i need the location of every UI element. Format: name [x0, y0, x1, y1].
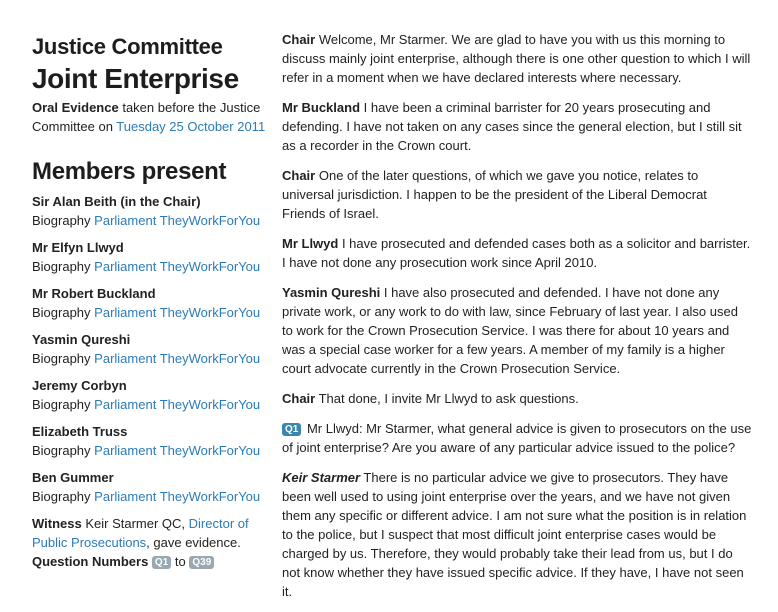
parliament-link[interactable]: Parliament [94, 259, 156, 274]
speaker-name: Yasmin Qureshi [282, 285, 381, 300]
member-name: Yasmin Qureshi [32, 332, 131, 347]
speaker-name: Keir Starmer [282, 470, 361, 485]
member-links: Biography Parliament TheyWorkForYou [32, 441, 272, 460]
member-name: Sir Alan Beith (in the Chair) [32, 194, 201, 209]
theyworkforyou-link[interactable]: TheyWorkForYou [160, 305, 260, 320]
members-heading: Members present [32, 158, 227, 185]
member-links: Biography Parliament TheyWorkForYou [32, 303, 272, 322]
speech-paragraph: Mr Buckland I have been a criminal barri… [282, 98, 752, 155]
member-links: Biography Parliament TheyWorkForYou [32, 349, 272, 368]
speech-text: Welcome, Mr Starmer. We are glad to have… [282, 32, 751, 85]
witness-suffix: , gave evidence. [146, 535, 241, 550]
parliament-link[interactable]: Parliament [94, 443, 156, 458]
parliament-link[interactable]: Parliament [94, 489, 156, 504]
question-badge-last[interactable]: Q39 [189, 556, 215, 569]
member-name: Mr Elfyn Llwyd [32, 240, 124, 255]
theyworkforyou-link[interactable]: TheyWorkForYou [160, 259, 260, 274]
biography-label: Biography [32, 259, 91, 274]
member-entry: Mr Robert Buckland Biography Parliament T… [32, 284, 272, 322]
witness-info: Witness Keir Starmer QC, Director of Pub… [32, 514, 272, 552]
speech-paragraph: Yasmin Qureshi I have also prosecuted an… [282, 283, 752, 378]
transcript: Chair Welcome, Mr Starmer. We are glad t… [282, 30, 752, 612]
speaker-name: Mr Buckland [282, 100, 361, 115]
speaker-name: Chair [282, 168, 316, 183]
parliament-link[interactable]: Parliament [94, 397, 156, 412]
theyworkforyou-link[interactable]: TheyWorkForYou [160, 351, 260, 366]
biography-label: Biography [32, 443, 91, 458]
member-entry: Jeremy Corbyn Biography Parliament TheyWo… [32, 376, 272, 414]
evidence-summary: Oral Evidence taken before the Justice C… [32, 98, 272, 136]
member-entry: Ben Gummer Biography Parliament TheyWorkF… [32, 468, 272, 506]
speaker-name: Chair [282, 391, 316, 406]
theyworkforyou-link[interactable]: TheyWorkForYou [160, 489, 260, 504]
speech-text: One of the later questions, of which we … [282, 168, 707, 221]
biography-label: Biography [32, 213, 91, 228]
speech-paragraph: Keir Starmer There is no particular advi… [282, 468, 752, 601]
theyworkforyou-link[interactable]: TheyWorkForYou [160, 443, 260, 458]
speech-paragraph: Chair Welcome, Mr Starmer. We are glad t… [282, 30, 752, 87]
speech-paragraph: Mr Llwyd I have prosecuted and defended … [282, 234, 752, 272]
question-numbers-label: Question Numbers [32, 554, 149, 569]
member-name: Ben Gummer [32, 470, 114, 485]
biography-label: Biography [32, 397, 91, 412]
biography-label: Biography [32, 305, 91, 320]
committee-title: Justice Committee [32, 34, 223, 59]
member-entry: Mr Elfyn Llwyd Biography Parliament TheyW… [32, 238, 272, 276]
parliament-link[interactable]: Parliament [94, 213, 156, 228]
parliament-link[interactable]: Parliament [94, 305, 156, 320]
theyworkforyou-link[interactable]: TheyWorkForYou [160, 397, 260, 412]
speaker-name: Mr Llwyd [282, 236, 339, 251]
member-entry: Elizabeth Truss Biography Parliament They… [32, 422, 272, 460]
member-entry: Sir Alan Beith (in the Chair) Biography P… [32, 192, 272, 230]
member-links: Biography Parliament TheyWorkForYou [32, 211, 272, 230]
question-number-badge[interactable]: Q1 [282, 423, 302, 436]
evidence-type: Oral Evidence [32, 100, 119, 115]
speech-paragraph: Chair That done, I invite Mr Llwyd to as… [282, 389, 752, 408]
member-links: Biography Parliament TheyWorkForYou [32, 395, 272, 414]
session-date-link[interactable]: Tuesday 25 October 2011 [116, 119, 265, 134]
speech-text: There is no particular advice we give to… [282, 470, 747, 599]
member-name: Jeremy Corbyn [32, 378, 127, 393]
speech-text: Mr Llwyd: Mr Starmer, what general advic… [282, 421, 752, 455]
question-numbers: Question Numbers Q1 to Q39 [32, 552, 272, 571]
member-links: Biography Parliament TheyWorkForYou [32, 257, 272, 276]
speech-paragraph: Chair One of the later questions, of whi… [282, 166, 752, 223]
sidebar: Justice Committee Joint Enterprise Oral … [32, 33, 272, 571]
question-paragraph: Q1 Mr Llwyd: Mr Starmer, what general ad… [282, 419, 752, 457]
speaker-name: Chair [282, 32, 316, 47]
biography-label: Biography [32, 351, 91, 366]
members-list: Sir Alan Beith (in the Chair) Biography P… [32, 192, 272, 506]
inquiry-title: Joint Enterprise [32, 63, 239, 94]
speech-text: That done, I invite Mr Llwyd to ask ques… [315, 391, 579, 406]
member-links: Biography Parliament TheyWorkForYou [32, 487, 272, 506]
parliament-link[interactable]: Parliament [94, 351, 156, 366]
member-name: Elizabeth Truss [32, 424, 128, 439]
witness-label: Witness [32, 516, 82, 531]
biography-label: Biography [32, 489, 91, 504]
member-entry: Yasmin Qureshi Biography Parliament TheyW… [32, 330, 272, 368]
question-badge-first[interactable]: Q1 [151, 556, 172, 569]
witness-name: Keir Starmer QC, [81, 516, 189, 531]
member-name: Mr Robert Buckland [32, 286, 156, 301]
theyworkforyou-link[interactable]: TheyWorkForYou [160, 213, 260, 228]
question-to-word: to [174, 554, 186, 569]
speech-text: I have prosecuted and defended cases bot… [282, 236, 751, 270]
